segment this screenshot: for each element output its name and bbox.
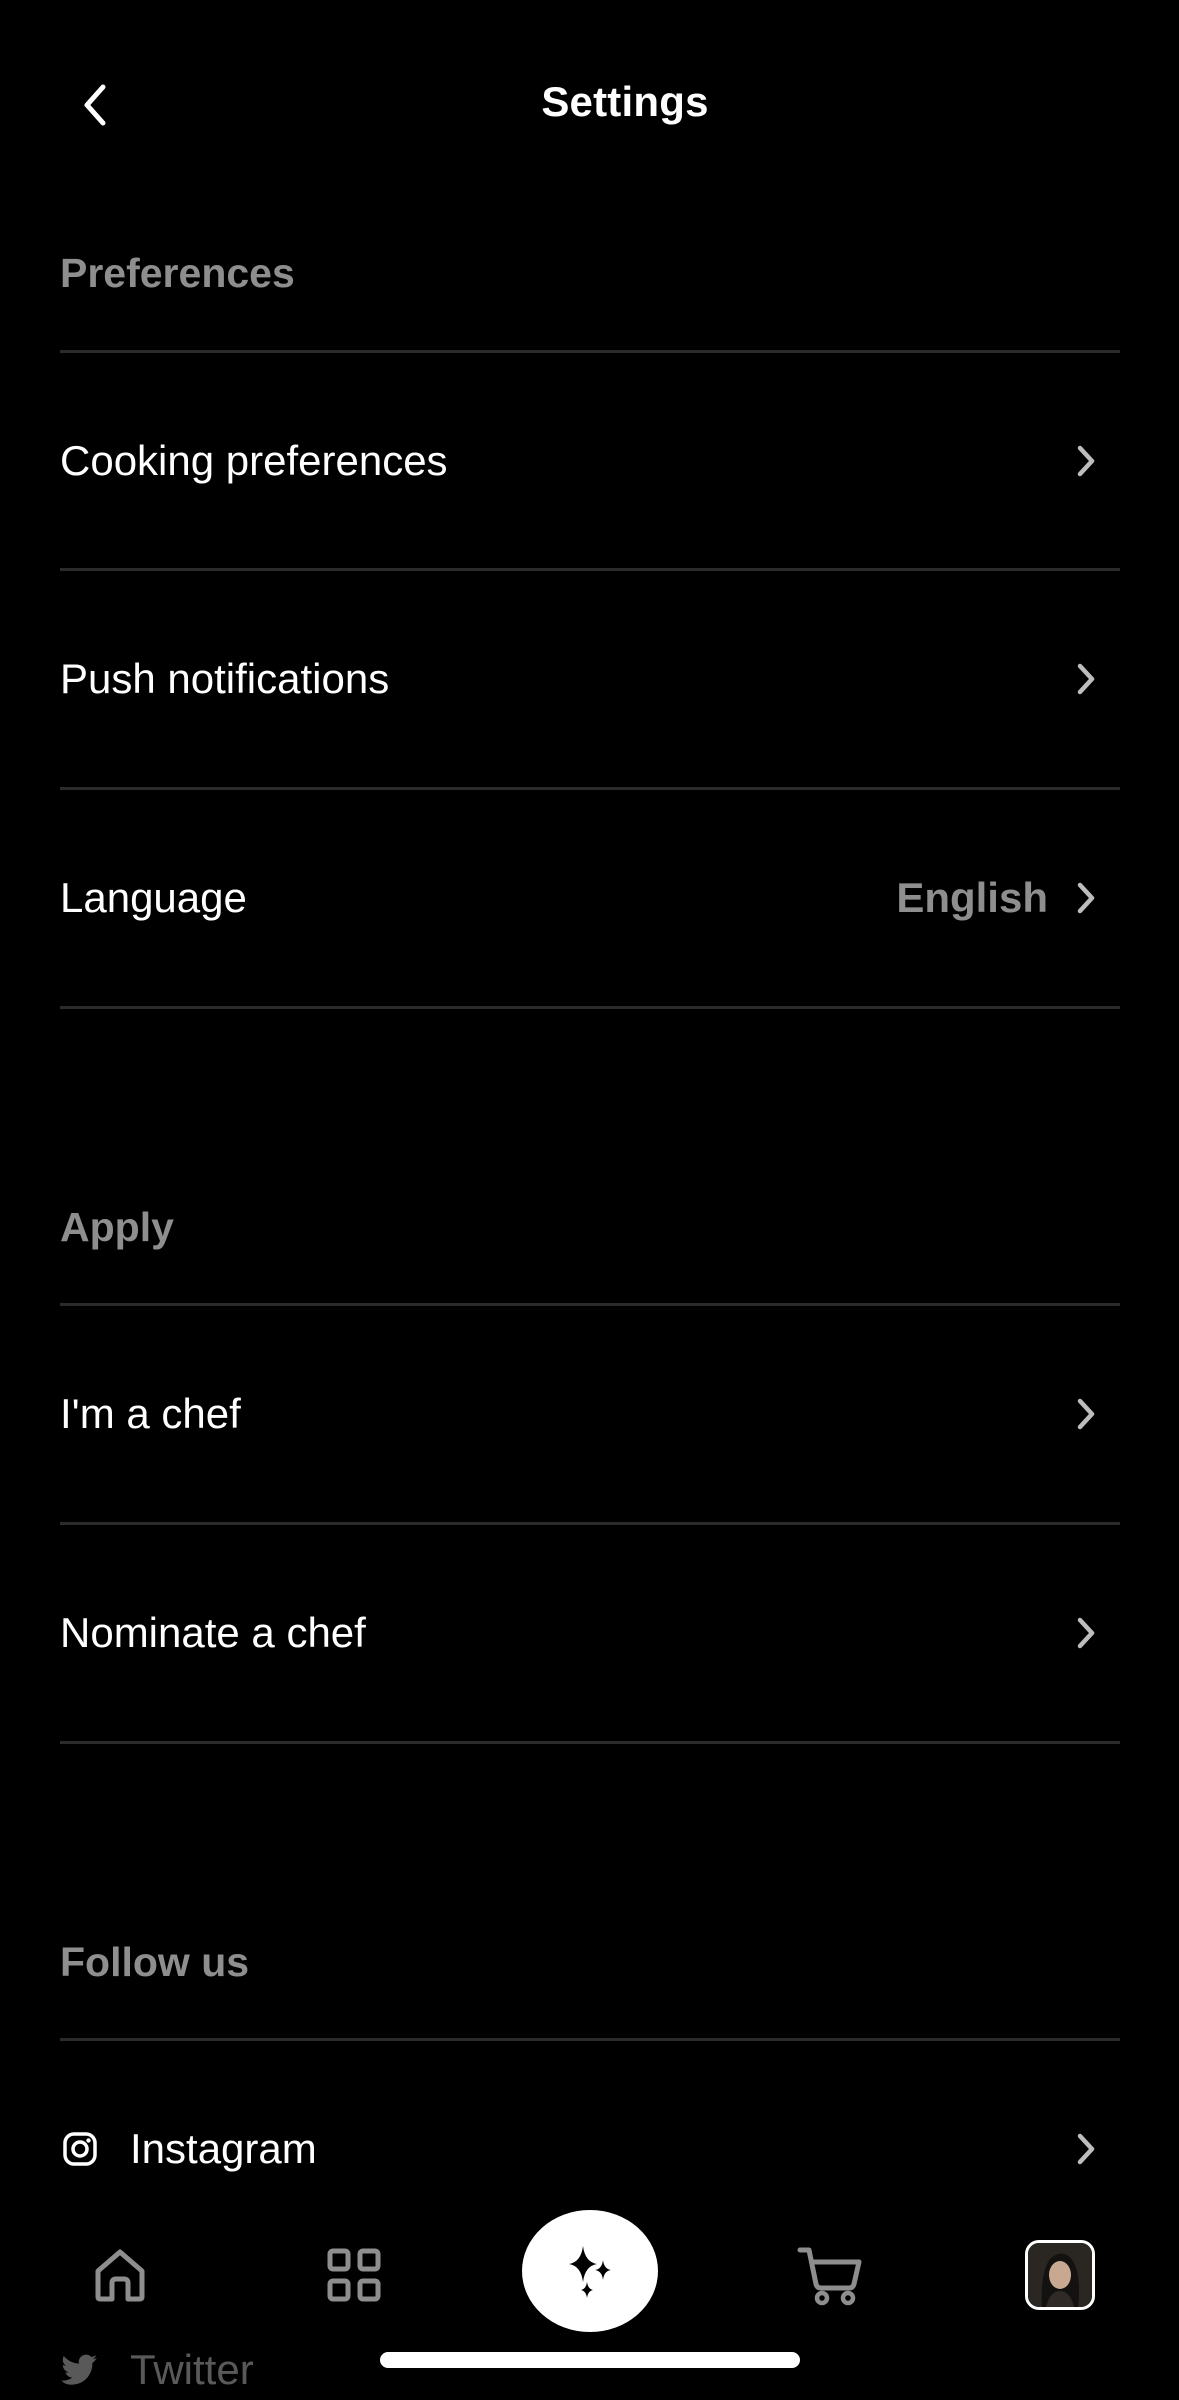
header: Settings — [0, 0, 1179, 210]
chevron-right-icon — [1066, 1394, 1106, 1434]
settings-row-nominate-a-chef[interactable]: Nominate a chef — [60, 1525, 1120, 1741]
grid-icon — [327, 2248, 381, 2302]
row-label: Cooking preferences — [60, 437, 448, 484]
page-title: Settings — [541, 78, 709, 125]
twitter-icon — [60, 2350, 100, 2390]
tab-ai-assistant[interactable] — [522, 2210, 658, 2332]
tab-browse[interactable] — [314, 2200, 394, 2350]
chevron-right-icon — [1066, 2129, 1106, 2169]
row-label: Instagram — [130, 2125, 317, 2172]
settings-row-cooking-preferences[interactable]: Cooking preferences — [60, 353, 1120, 569]
divider — [60, 1741, 1120, 1744]
chevron-right-icon — [1066, 659, 1106, 699]
chevron-right-icon — [1066, 878, 1106, 918]
section-label-preferences: Preferences — [60, 250, 295, 296]
section-label-apply: Apply — [60, 1204, 174, 1250]
tab-profile-avatar[interactable] — [1025, 2240, 1095, 2310]
sparkle-icon — [569, 2246, 611, 2298]
tab-home[interactable] — [80, 2200, 160, 2350]
cart-icon — [797, 2247, 862, 2306]
section-label-follow-us: Follow us — [60, 1939, 250, 1985]
divider — [60, 1006, 1120, 1009]
chevron-right-icon — [1066, 1613, 1106, 1653]
language-value: English — [896, 874, 1048, 921]
tab-cart[interactable] — [790, 2200, 870, 2350]
row-label: Push notifications — [60, 655, 390, 702]
chevron-right-icon — [1066, 441, 1106, 481]
settings-row-language[interactable]: Language English — [60, 790, 1120, 1006]
home-indicator — [380, 2352, 800, 2368]
home-icon — [95, 2249, 145, 2302]
settings-row-push-notifications[interactable]: Push notifications — [60, 571, 1120, 787]
avatar — [1028, 2243, 1092, 2307]
instagram-icon — [60, 2129, 100, 2169]
settings-row-im-a-chef[interactable]: I'm a chef — [60, 1306, 1120, 1522]
row-label: Language — [60, 874, 247, 921]
row-label: I'm a chef — [60, 1390, 241, 1437]
bottom-tab-bar — [0, 2200, 1179, 2350]
row-label: Nominate a chef — [60, 1609, 366, 1656]
